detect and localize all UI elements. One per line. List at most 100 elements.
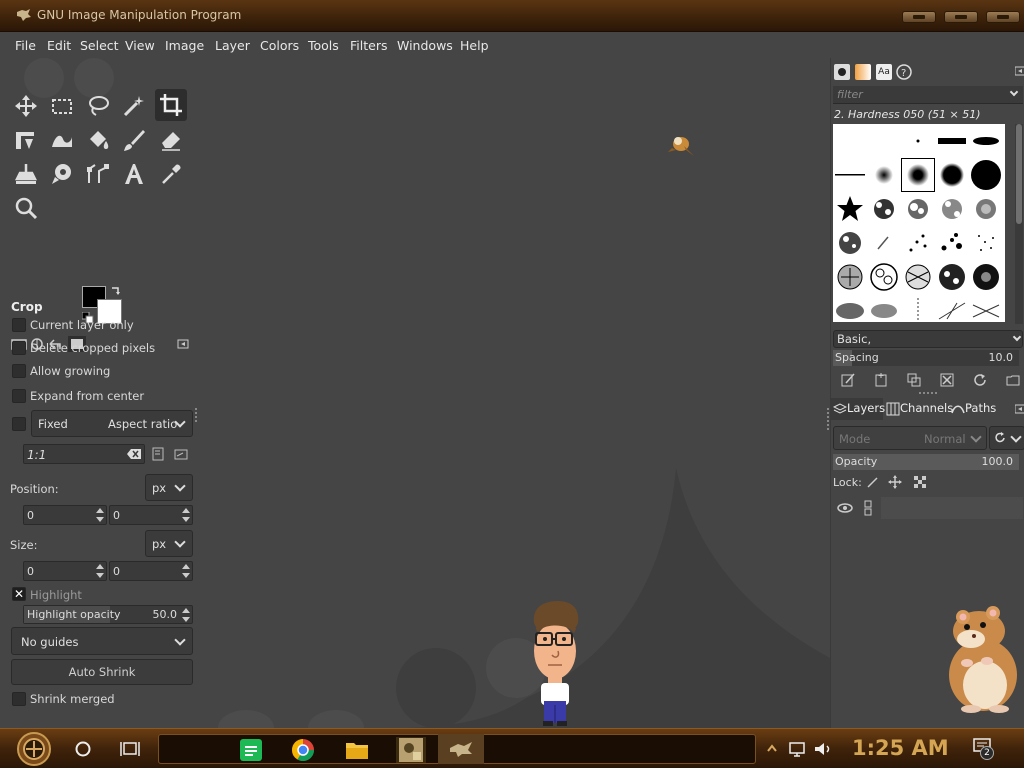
brush-item-selected[interactable]: [901, 158, 935, 192]
size-height-input[interactable]: 0: [109, 561, 193, 581]
brush-item[interactable]: [935, 124, 969, 158]
layer-list[interactable]: [881, 497, 1023, 519]
brush-item[interactable]: [935, 158, 969, 192]
position-unit-combo[interactable]: px: [145, 474, 193, 501]
layer-opacity-slider[interactable]: Opacity 100.0: [833, 454, 1019, 470]
image-canvas[interactable]: [196, 58, 830, 728]
brush-item[interactable]: [901, 226, 935, 260]
brush-item[interactable]: [901, 192, 935, 226]
landscape-icon[interactable]: [174, 449, 188, 460]
scrollbar-thumb[interactable]: [1016, 124, 1022, 224]
refresh-brushes-icon[interactable]: [972, 372, 988, 388]
menu-edit[interactable]: Edit: [47, 38, 71, 53]
brush-item[interactable]: [901, 294, 935, 322]
brush-item[interactable]: [935, 226, 969, 260]
smudge-tool-icon[interactable]: [46, 158, 78, 190]
brush-item[interactable]: [867, 226, 901, 260]
allow-growing-checkbox[interactable]: [12, 364, 26, 378]
brush-item[interactable]: [867, 260, 901, 294]
open-brush-folder-icon[interactable]: [1005, 372, 1021, 388]
close-button[interactable]: [986, 11, 1020, 23]
taskbar-clock[interactable]: 1:25 AM: [852, 736, 949, 760]
menu-windows[interactable]: Windows: [397, 38, 453, 53]
network-icon[interactable]: [788, 740, 808, 758]
layer-mode-combo[interactable]: Mode Normal: [833, 426, 987, 450]
menu-tools[interactable]: Tools: [308, 38, 339, 53]
brush-item[interactable]: [867, 158, 901, 192]
auto-shrink-button[interactable]: Auto Shrink: [11, 659, 193, 685]
task-view-icon[interactable]: [120, 740, 140, 758]
brush-item[interactable]: [969, 294, 1003, 322]
menu-view[interactable]: View: [125, 38, 155, 53]
text-tool-icon[interactable]: [118, 158, 150, 190]
gimp-app-2-icon[interactable]: [438, 734, 484, 764]
unified-transform-tool-icon[interactable]: [10, 124, 42, 156]
menu-filters[interactable]: Filters: [350, 38, 387, 53]
help-tab-icon[interactable]: ?: [896, 64, 912, 80]
fixed-checkbox[interactable]: [12, 417, 26, 431]
notifications-button[interactable]: 2: [972, 737, 994, 760]
aspect-ratio-input[interactable]: 1:1: [23, 444, 145, 464]
menu-layer[interactable]: Layer: [215, 38, 250, 53]
rect-select-tool-icon[interactable]: [46, 90, 78, 122]
brush-item[interactable]: [935, 260, 969, 294]
dock-resize-handle[interactable]: [919, 392, 937, 394]
configure-tab-icon[interactable]: [176, 336, 190, 352]
brush-item[interactable]: [969, 226, 1003, 260]
move-tool-icon[interactable]: [10, 90, 42, 122]
menu-colors[interactable]: Colors: [260, 38, 299, 53]
spacing-slider[interactable]: Spacing 10.0: [833, 350, 1019, 366]
edit-brush-icon[interactable]: [840, 372, 856, 388]
fuzzy-select-tool-icon[interactable]: [118, 90, 150, 122]
spin-arrows-icon[interactable]: [96, 564, 104, 578]
tab-channels[interactable]: Channels: [885, 398, 953, 420]
expand-from-center-checkbox[interactable]: [12, 389, 26, 403]
file-explorer-app-icon[interactable]: [344, 737, 370, 763]
brush-item[interactable]: [969, 192, 1003, 226]
size-width-input[interactable]: 0: [23, 561, 107, 581]
configure-tab-icon[interactable]: [1015, 404, 1024, 414]
brush-item[interactable]: [901, 260, 935, 294]
brush-item[interactable]: [867, 192, 901, 226]
composite-mode-combo[interactable]: [989, 426, 1024, 450]
brush-grid[interactable]: [833, 124, 1005, 322]
delete-cropped-pixels-checkbox[interactable]: [12, 341, 26, 355]
lasso-tool-icon[interactable]: [82, 90, 114, 122]
chrome-app-icon[interactable]: [290, 737, 316, 763]
brushes-tab-icon[interactable]: [834, 64, 850, 80]
menu-select[interactable]: Select: [80, 38, 119, 53]
eye-icon[interactable]: [837, 502, 853, 514]
brush-filter-input[interactable]: filter: [833, 86, 1023, 104]
spin-arrows-icon[interactable]: [182, 564, 190, 578]
color-picker-tool-icon[interactable]: [155, 158, 187, 190]
warp-transform-tool-icon[interactable]: [46, 124, 78, 156]
brush-item[interactable]: [969, 158, 1003, 192]
brush-item[interactable]: [969, 260, 1003, 294]
brush-item[interactable]: [833, 192, 867, 226]
spotify-app-icon[interactable]: [238, 737, 264, 763]
bucket-fill-tool-icon[interactable]: [82, 124, 114, 156]
volume-icon[interactable]: [813, 740, 833, 758]
brush-item[interactable]: [833, 294, 867, 322]
gimp-app-1-icon[interactable]: [396, 737, 426, 763]
spin-arrows-icon[interactable]: [182, 508, 190, 522]
minimize-button[interactable]: [902, 11, 936, 23]
tray-overflow-icon[interactable]: [767, 743, 777, 755]
brush-item[interactable]: [867, 294, 901, 322]
portrait-icon[interactable]: [152, 447, 164, 461]
tab-layers[interactable]: Layers: [831, 398, 885, 420]
chain-link-icon[interactable]: [863, 500, 873, 516]
current-layer-only-checkbox[interactable]: [12, 318, 26, 332]
fixed-mode-combo[interactable]: Fixed Aspect ratio: [31, 410, 193, 437]
crop-tool-icon[interactable]: [155, 89, 187, 121]
patterns-tab-icon[interactable]: [855, 64, 871, 80]
lock-alpha-icon[interactable]: [913, 475, 927, 489]
paintbrush-tool-icon[interactable]: [118, 124, 150, 156]
menu-image[interactable]: Image: [165, 38, 204, 53]
maximize-button[interactable]: [944, 11, 978, 23]
zoom-tool-icon[interactable]: [10, 192, 42, 224]
position-y-input[interactable]: 0: [109, 505, 193, 525]
spin-arrows-icon[interactable]: [182, 608, 190, 622]
fonts-tab-icon[interactable]: Aa: [876, 64, 892, 80]
menu-file[interactable]: File: [15, 38, 36, 53]
